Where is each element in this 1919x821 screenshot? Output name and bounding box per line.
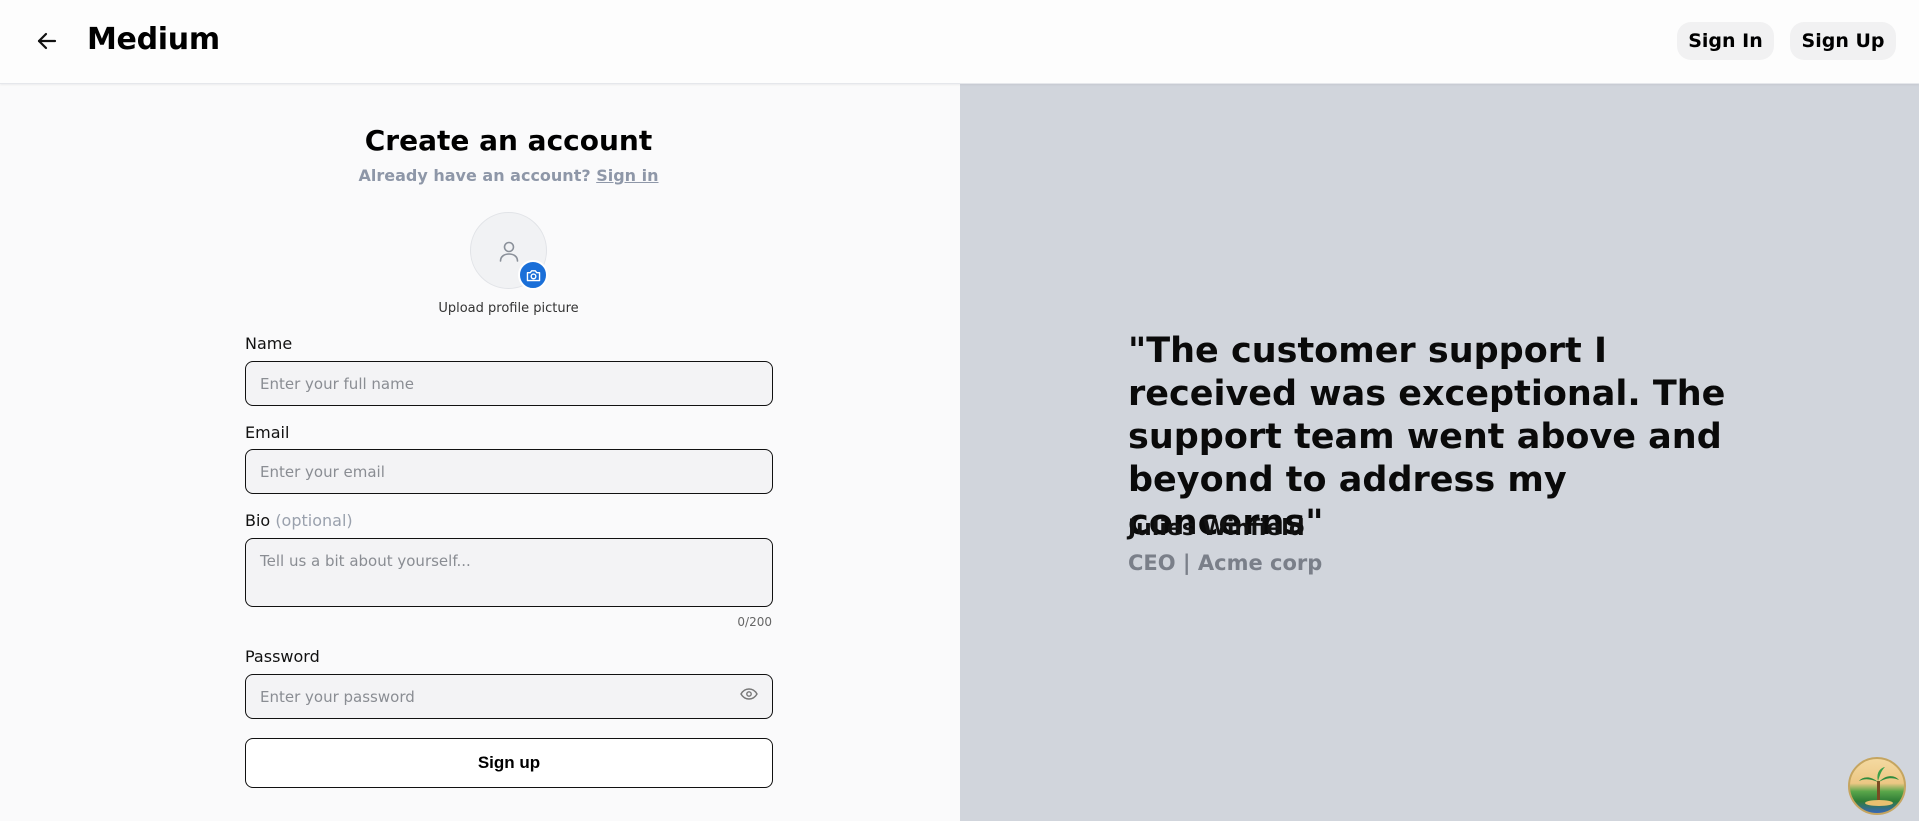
email-label: Email — [245, 423, 290, 442]
camera-icon — [526, 269, 540, 281]
eye-icon — [740, 688, 758, 700]
testimonial-quote: "The customer support I received was exc… — [1128, 331, 1726, 543]
bio-label: Bio — [245, 511, 271, 530]
bio-character-counter: 0/200 — [737, 615, 772, 629]
testimonial-author-role: CEO | Acme corp — [1128, 551, 1323, 575]
brand-logo[interactable]: Medium — [87, 22, 220, 57]
sign-up-button[interactable]: Sign Up — [1790, 22, 1896, 60]
sign-in-button[interactable]: Sign In — [1677, 22, 1774, 60]
signin-prompt: Already have an account? Sign in — [0, 166, 1017, 185]
user-icon — [499, 241, 518, 262]
bio-textarea[interactable] — [245, 538, 773, 607]
password-label: Password — [245, 647, 320, 666]
name-input[interactable] — [245, 361, 773, 406]
page-title: Create an account — [364, 124, 653, 157]
upload-photo-button[interactable] — [518, 260, 548, 290]
top-navbar: Medium Sign In Sign Up — [0, 0, 1919, 84]
floating-avatar-button[interactable] — [1848, 757, 1906, 815]
password-input[interactable] — [245, 674, 773, 719]
bio-label-row: Bio (optional) — [245, 511, 353, 530]
already-have-account-text: Already have an account? — [358, 166, 591, 185]
sign-up-submit-button[interactable]: Sign up — [245, 738, 773, 788]
upload-profile-picture-label: Upload profile picture — [438, 301, 579, 316]
back-button[interactable] — [32, 26, 62, 56]
sign-in-link[interactable]: Sign in — [596, 166, 658, 185]
testimonial-author: Julies Winfield — [1128, 516, 1305, 541]
arrow-left-icon — [37, 32, 57, 50]
toggle-password-visibility[interactable] — [738, 686, 760, 702]
name-label: Name — [245, 334, 293, 353]
bio-optional-hint: (optional) — [275, 511, 353, 530]
email-input[interactable] — [245, 449, 773, 494]
